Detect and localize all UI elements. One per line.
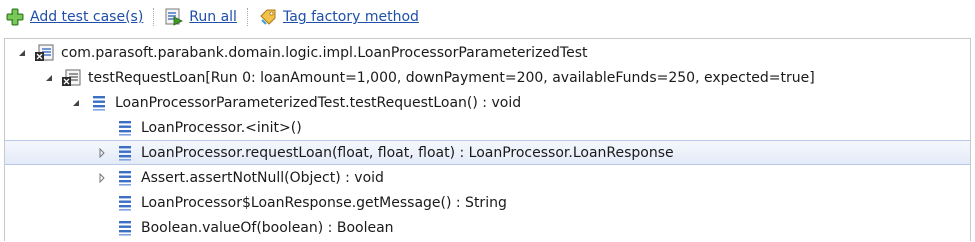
tree-node-method-call[interactable]: Assert.assertNotNull(Object) : void <box>5 165 970 190</box>
method-call-icon <box>115 194 135 212</box>
run-all-label: Run all <box>189 9 237 25</box>
tree-node-test-class[interactable]: com.parasoft.parabank.domain.logic.impl.… <box>5 40 970 65</box>
tag-factory-method-button[interactable]: Tag factory method <box>259 6 419 28</box>
toolbar-separator <box>153 8 155 26</box>
method-call-icon <box>89 94 109 112</box>
tree-node-label: com.parasoft.parabank.domain.logic.impl.… <box>61 44 588 61</box>
tree-node-label: Boolean.valueOf(boolean) : Boolean <box>141 219 394 236</box>
add-test-case-button[interactable]: Add test case(s) <box>6 6 143 28</box>
tag-icon <box>259 8 277 26</box>
method-call-icon <box>115 119 135 137</box>
add-test-case-label: Add test case(s) <box>30 9 144 25</box>
method-call-icon <box>115 219 135 237</box>
collapsed-arrow-icon[interactable] <box>95 171 109 185</box>
tree-node-label: LoanProcessorParameterizedTest.testReque… <box>115 94 522 111</box>
tree-node-label: LoanProcessor.requestLoan(float, float, … <box>141 144 674 161</box>
add-plus-icon <box>6 8 24 26</box>
tree-node-label: LoanProcessor.<init>() <box>141 119 302 136</box>
method-call-icon <box>115 144 135 162</box>
expanded-arrow-icon[interactable] <box>69 96 83 110</box>
test-class-icon <box>35 44 55 62</box>
test-case-icon <box>62 69 82 87</box>
run-all-icon <box>165 8 184 26</box>
toolbar-separator <box>246 8 249 26</box>
tree-node-test-case[interactable]: testRequestLoan[Run 0: loanAmount=1,000,… <box>5 65 970 90</box>
tree-node-method-call-selected[interactable]: LoanProcessor.requestLoan(float, float, … <box>5 140 970 165</box>
tree-node-method-call[interactable]: LoanProcessorParameterizedTest.testReque… <box>5 90 970 115</box>
method-call-icon <box>115 169 135 187</box>
tag-factory-method-label: Tag factory method <box>282 9 419 25</box>
test-tree: com.parasoft.parabank.domain.logic.impl.… <box>4 38 971 241</box>
expanded-arrow-icon[interactable] <box>15 46 29 60</box>
expanded-arrow-icon[interactable] <box>42 71 56 85</box>
toolbar: Add test case(s) Run all Tag factory met… <box>0 0 975 34</box>
tree-node-method-call[interactable]: LoanProcessor$LoanResponse.getMessage() … <box>5 190 970 215</box>
tree-node-method-call[interactable]: LoanProcessor.<init>() <box>5 115 970 140</box>
run-all-button[interactable]: Run all <box>165 6 237 28</box>
tree-node-label: testRequestLoan[Run 0: loanAmount=1,000,… <box>88 69 815 86</box>
tree-node-method-call[interactable]: Boolean.valueOf(boolean) : Boolean <box>5 215 970 240</box>
tree-node-label: LoanProcessor$LoanResponse.getMessage() … <box>141 194 507 211</box>
collapsed-arrow-icon[interactable] <box>95 146 109 160</box>
tree-node-label: Assert.assertNotNull(Object) : void <box>141 169 384 186</box>
